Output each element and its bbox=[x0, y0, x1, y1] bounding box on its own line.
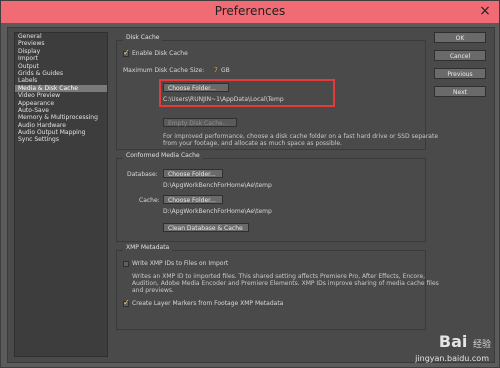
disk-cache-folder-path: C:\Users\RUNJIN~1\AppData\Local\Temp bbox=[163, 96, 284, 103]
xmp-metadata-group: XMP Metadata Write XMP IDs to Files on I… bbox=[116, 244, 439, 330]
settings-panel: Disk Cache Enable Disk Cache Maximum Dis… bbox=[116, 34, 439, 356]
max-disk-cache-size-value[interactable]: 7 bbox=[214, 67, 218, 74]
cache-path: D:\ApgWorkBenchForHome\Ae\temp bbox=[163, 208, 272, 215]
empty-disk-cache-button[interactable]: Empty Disk Cache... bbox=[163, 118, 237, 127]
sidebar-item-video-preview[interactable]: Video Preview bbox=[15, 92, 107, 99]
disk-cache-title: Disk Cache bbox=[123, 34, 163, 41]
write-xmp-help-line-1: Writes an XMP ID to imported files. This… bbox=[132, 273, 426, 280]
baidu-watermark-suffix: 经验 bbox=[472, 340, 491, 350]
dialog-buttons: OK Cancel Previous Next bbox=[434, 32, 486, 104]
previous-button[interactable]: Previous bbox=[434, 68, 486, 79]
baidu-watermark: Bai 经验 bbox=[439, 332, 491, 351]
dialog-client: General Previews Display Import Output G… bbox=[7, 27, 495, 363]
database-choose-folder-button[interactable]: Choose Folder... bbox=[163, 169, 223, 178]
sidebar-item-labels[interactable]: Labels bbox=[15, 77, 107, 84]
disk-cache-help-line-2: from your footage, and allocate as much … bbox=[163, 140, 342, 147]
database-path: D:\ApgWorkBenchForHome\Ae\temp bbox=[163, 182, 272, 189]
sidebar-item-import[interactable]: Import bbox=[15, 55, 107, 62]
window-title: Preferences bbox=[214, 4, 286, 18]
max-disk-cache-size-unit: GB bbox=[221, 67, 230, 74]
max-disk-cache-size-label: Maximum Disk Cache Size: bbox=[123, 67, 205, 74]
database-label: Database: bbox=[127, 171, 158, 178]
enable-disk-cache-checkbox[interactable] bbox=[123, 48, 130, 57]
write-xmp-ids-label: Write XMP IDs to Files on Import bbox=[132, 260, 229, 267]
clean-database-cache-button[interactable]: Clean Database & Cache bbox=[163, 223, 249, 232]
sidebar-item-media-disk-cache[interactable]: Media & Disk Cache bbox=[15, 84, 107, 93]
close-icon[interactable]: × bbox=[477, 3, 493, 19]
write-xmp-help-line-3: and previews. bbox=[132, 287, 174, 294]
preferences-sidebar: General Previews Display Import Output G… bbox=[14, 32, 108, 357]
sidebar-item-display[interactable]: Display bbox=[15, 48, 107, 55]
sidebar-item-sync-settings[interactable]: Sync Settings bbox=[15, 136, 107, 143]
conformed-media-cache-group: Conformed Media Cache Database: Choose F… bbox=[116, 152, 426, 242]
preferences-window: Preferences × General Previews Display I… bbox=[0, 0, 500, 368]
create-layer-markers-checkbox[interactable] bbox=[123, 298, 130, 307]
enable-disk-cache-label: Enable Disk Cache bbox=[132, 50, 188, 57]
baidu-watermark-brand: Bai bbox=[438, 332, 468, 351]
baidu-watermark-url: jingyan.baidu.com bbox=[415, 354, 489, 363]
write-xmp-ids-checkbox[interactable] bbox=[123, 261, 129, 267]
sidebar-item-auto-save[interactable]: Auto-Save bbox=[15, 107, 107, 114]
cancel-button[interactable]: Cancel bbox=[434, 50, 486, 61]
sidebar-item-grids-guides[interactable]: Grids & Guides bbox=[15, 70, 107, 77]
ok-button[interactable]: OK bbox=[434, 32, 486, 43]
next-button[interactable]: Next bbox=[434, 86, 486, 97]
sidebar-item-audio-output-mapping[interactable]: Audio Output Mapping bbox=[15, 129, 107, 136]
create-layer-markers-label: Create Layer Markers from Footage XMP Me… bbox=[132, 300, 284, 307]
sidebar-item-memory-multiprocessing[interactable]: Memory & Multiprocessing bbox=[15, 114, 107, 121]
disk-cache-choose-folder-button[interactable]: Choose Folder... bbox=[163, 83, 229, 92]
title-bar: Preferences × bbox=[1, 1, 499, 23]
cache-choose-folder-button[interactable]: Choose Folder... bbox=[163, 195, 223, 204]
disk-cache-help-line-1: For improved performance, choose a disk … bbox=[163, 133, 439, 140]
conformed-media-cache-title: Conformed Media Cache bbox=[123, 152, 203, 159]
cache-label: Cache: bbox=[139, 197, 160, 204]
write-xmp-help-line-2: Audition, Adobe Media Encoder and Premie… bbox=[132, 280, 439, 287]
sidebar-item-output[interactable]: Output bbox=[15, 63, 107, 70]
sidebar-item-appearance[interactable]: Appearance bbox=[15, 100, 107, 107]
sidebar-item-general[interactable]: General bbox=[15, 33, 107, 40]
disk-cache-group: Disk Cache Enable Disk Cache Maximum Dis… bbox=[116, 34, 438, 150]
sidebar-item-previews[interactable]: Previews bbox=[15, 40, 107, 47]
xmp-metadata-title: XMP Metadata bbox=[123, 244, 173, 251]
sidebar-item-audio-hardware[interactable]: Audio Hardware bbox=[15, 122, 107, 129]
